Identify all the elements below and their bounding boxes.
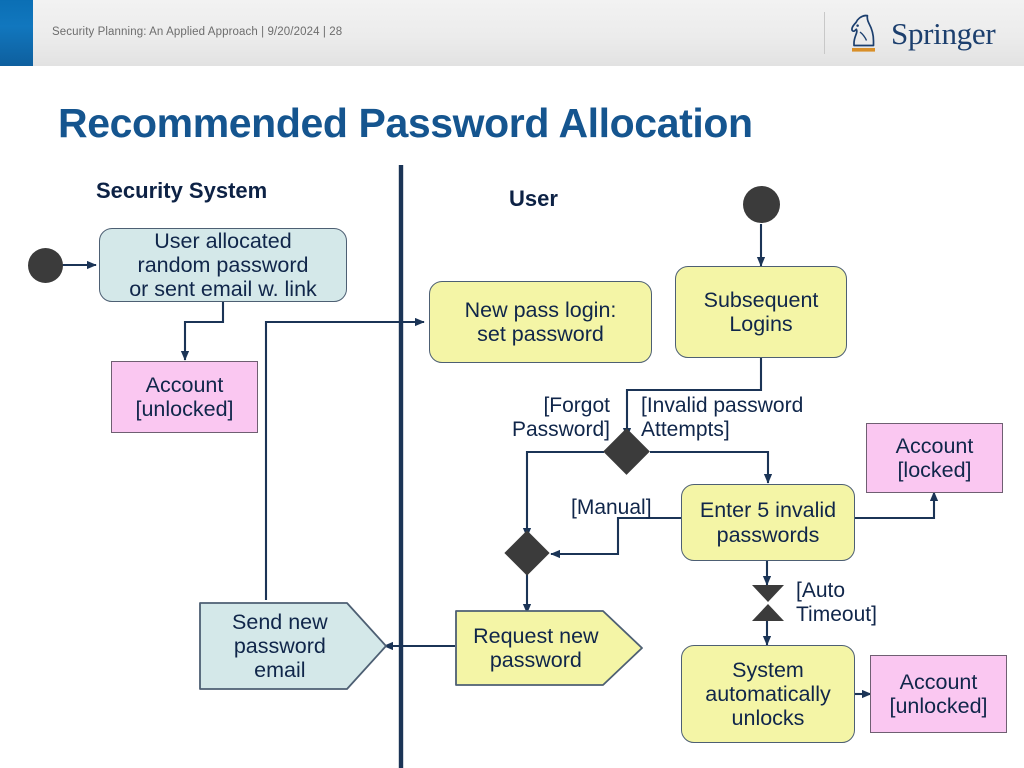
- state-account-unlocked-after-timeout[interactable]: Account [unlocked]: [870, 655, 1007, 733]
- initial-node-user: [743, 186, 780, 223]
- state-account-locked[interactable]: Account [locked]: [866, 423, 1003, 493]
- activity-new-pass-login[interactable]: New pass login: set password: [429, 281, 652, 363]
- guard-invalid-password-attempts: [Invalid password Attempts]: [641, 394, 804, 441]
- guard-manual: [Manual]: [571, 496, 652, 519]
- signal-label: Send new password email: [232, 609, 328, 683]
- activity-diagram: Security System User User allocated rand…: [0, 0, 1024, 768]
- guard-forgot-password: [Forgot Password]: [511, 394, 610, 441]
- lane-title-security-system: Security System: [96, 178, 268, 203]
- signal-request-new-password[interactable]: Request new password: [455, 610, 643, 686]
- signal-send-new-password-email[interactable]: Send new password email: [199, 602, 387, 690]
- time-event-hourglass-icon: [748, 583, 788, 623]
- signal-label: Request new password: [473, 623, 599, 672]
- activity-user-allocated[interactable]: User allocated random password or sent e…: [99, 228, 347, 302]
- guard-auto-timeout: [Auto Timeout]: [796, 579, 877, 626]
- initial-node-security-system: [28, 248, 63, 283]
- activity-system-automatically-unlocks[interactable]: System automatically unlocks: [681, 645, 855, 743]
- state-account-unlocked-initial[interactable]: Account [unlocked]: [111, 361, 258, 433]
- activity-subsequent-logins[interactable]: Subsequent Logins: [675, 266, 847, 358]
- lane-title-user: User: [509, 186, 558, 211]
- activity-enter-5-invalid-passwords[interactable]: Enter 5 invalid passwords: [681, 484, 855, 561]
